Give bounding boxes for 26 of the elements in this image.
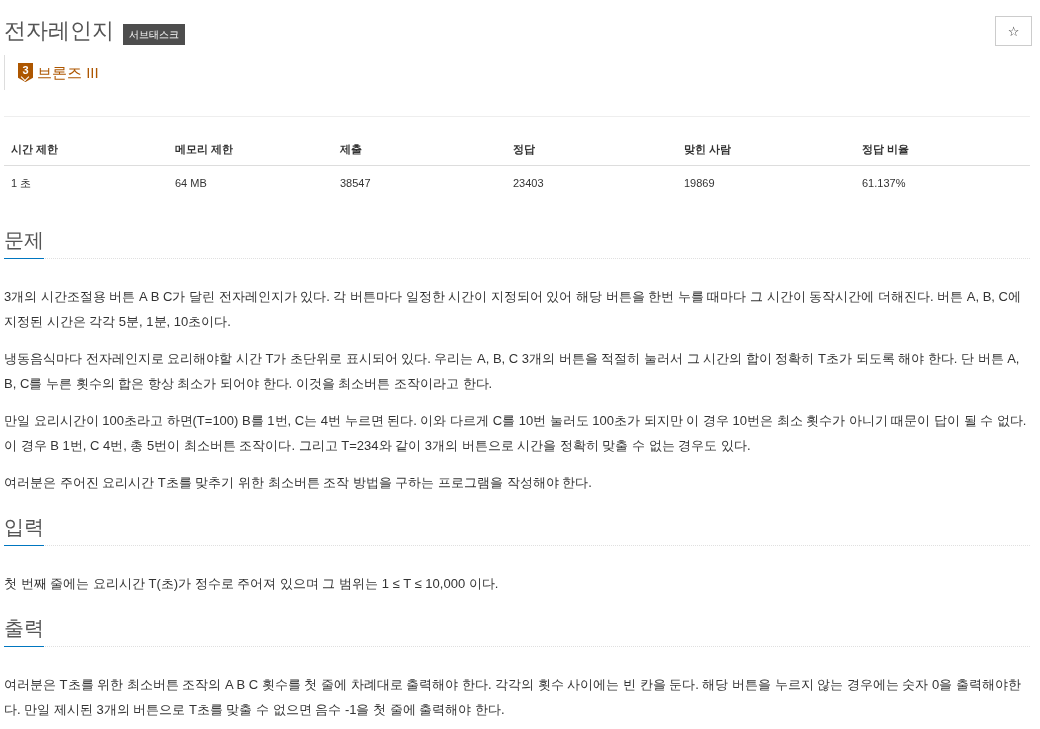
section-heading: 입력 xyxy=(4,515,44,546)
section-paragraph: 여러분은 T초를 위한 최소버튼 조작의 A B C 횟수를 첫 줄에 차례대로 출력해야 한다. 각각의 횟수 사이에는 빈 칸을 둔다. 해당 버튼을 누르지 않는 경우에는 숫자 0을 출력해야한다. 만일 제시된 3개의 버튼으로 T초를 맞출 수 없으면 음수 -1을 첫 줄에 출력해야 한다. xyxy=(4,676,1022,719)
section-paragraph: 3개의 시간조절용 버튼 A B C가 달린 전자레인지가 있다. 각 버튼마다 일정한 시간이 지정되어 있어 해당 버튼을 한번 누를 때마다 그 시간이 동작시간에 더해진다. 버튼 A, B, C에 지정된 시간은 각각 5분, 1분, 10초이다. xyxy=(4,288,1022,331)
table-cell-text: 61.137% xyxy=(861,176,907,191)
problem-title: 전자레인지 xyxy=(4,17,114,45)
table-cell-text: 64 MB xyxy=(174,176,208,191)
table-cell-text: 1 초 xyxy=(10,176,33,191)
column-header: 정답 비율 xyxy=(855,139,1030,166)
section-paragraph: 냉동음식마다 전자레인지로 요리해야할 시간 T가 초단위로 표시되어 있다. 우리는 A, B, C 3개의 버튼을 적절히 눌러서 그 시간의 합이 정확히 T초가 되도록 해야 한다. 단 버튼 A, B, C를 누른 횟수의 합은 항상 최소가 되어야 한다. 이것을 최소버튼 조작이라고 한다. xyxy=(4,350,1021,393)
star-button[interactable]: ☆ xyxy=(995,16,1032,46)
section-heading: 출력 xyxy=(4,616,44,647)
table-cell-text: 19869 xyxy=(683,176,716,191)
column-header: 정답 xyxy=(506,139,677,166)
table-cell-text: 23403 xyxy=(512,176,545,191)
column-header: 맞힌 사람 xyxy=(677,139,855,166)
column-header: 제출 xyxy=(333,139,506,166)
section-paragraph: 첫 번째 줄에는 요리시간 T(초)가 정수로 주어져 있으며 그 범위는 1 ≤ T ≤ 10,000 이다. xyxy=(4,575,500,593)
section-paragraph: 만일 요리시간이 100초라고 하면(T=100) B를 1번, C는 4번 누르면 된다. 이와 다르게 C를 10번 눌러도 100초가 되지만 이 경우 10번은 최소 횟수가 아니기 때문이 답이 될 수 없다. 이 경우 B 1번, C 4번, 총 5번이 최소버튼 조작이다. 그리고 T=234와 같이 3개의 버튼으로 시간을 정확히 맞출 수 없는 경우도 있다. xyxy=(4,412,1028,455)
column-header: 시간 제한 xyxy=(4,139,168,166)
column-header: 메모리 제한 xyxy=(168,139,333,166)
category-tag: 서브태스크 xyxy=(123,23,185,45)
table-cell-text: 38547 xyxy=(339,176,372,191)
section-paragraph: 여러분은 주어진 요리시간 T초를 맞추기 위한 최소버튼 조작 방법을 구하는 프로그램을 작성해야 한다. xyxy=(4,474,593,492)
tier-name: 브론즈 III xyxy=(37,63,99,82)
tier-emblem: 3 xyxy=(18,63,33,82)
section-heading: 문제 xyxy=(4,228,44,259)
